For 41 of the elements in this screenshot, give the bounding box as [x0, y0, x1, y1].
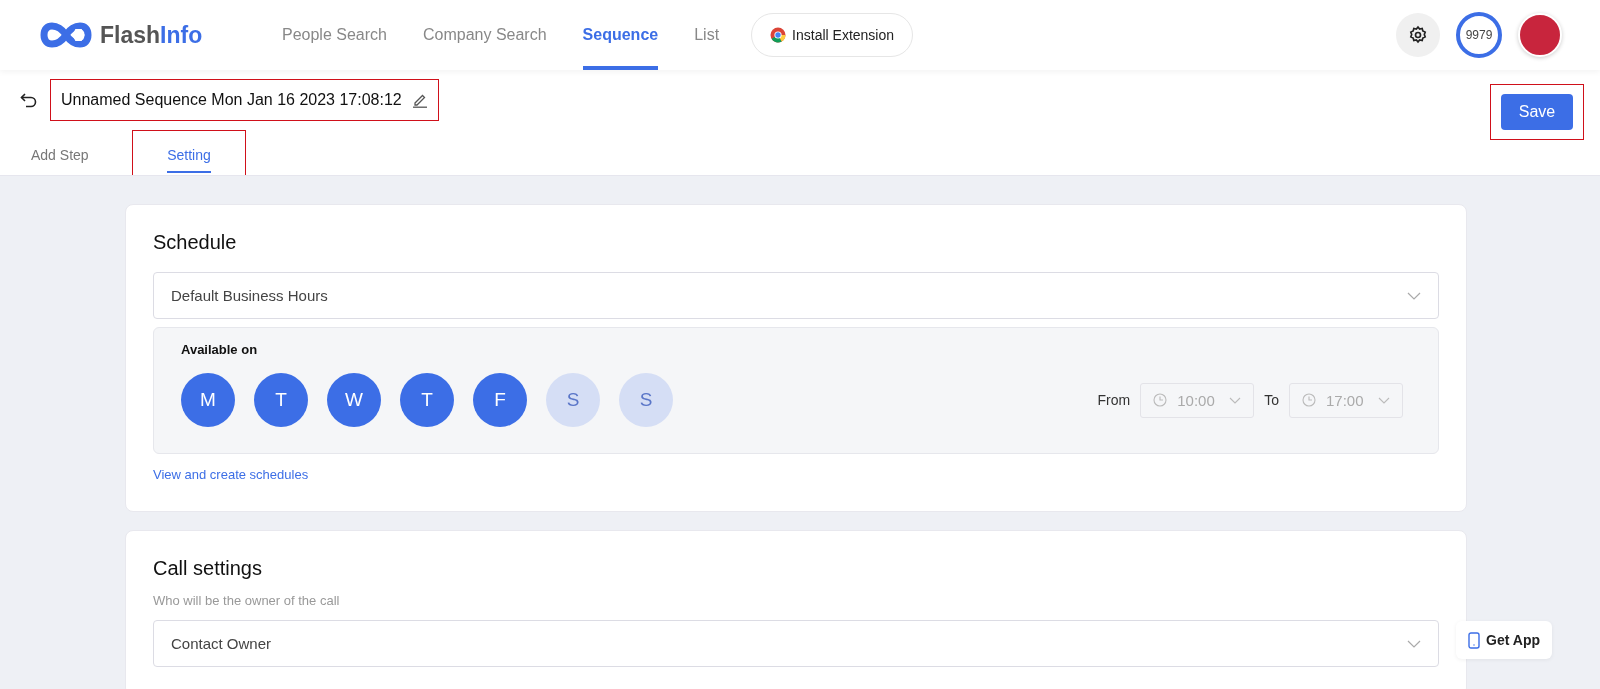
nav-tab[interactable]: List: [694, 0, 720, 70]
to-label: To: [1264, 392, 1279, 408]
clock-icon: [1302, 393, 1316, 407]
schedule-select[interactable]: Default Business Hours: [153, 272, 1439, 319]
day-toggle[interactable]: S: [619, 373, 673, 427]
chevron-down-icon: [1229, 396, 1242, 404]
section-heading: Call settings: [153, 557, 263, 580]
nav-tab[interactable]: Company Search: [422, 0, 547, 70]
day-toggle[interactable]: T: [254, 373, 308, 427]
field-hint: Who will be the owner of the call: [153, 593, 341, 608]
owner-select[interactable]: Contact Owner: [153, 620, 1439, 667]
get-app-button[interactable]: Get App: [1456, 621, 1552, 659]
logo-text: FlashInfo: [100, 21, 203, 49]
settings-button[interactable]: [1396, 13, 1440, 57]
back-icon[interactable]: [20, 92, 38, 108]
day-toggle[interactable]: M: [181, 373, 235, 427]
settings-icon: [1408, 25, 1428, 45]
tab[interactable]: Add Step: [31, 133, 89, 173]
available-label: Available on: [181, 342, 259, 357]
day-toggle[interactable]: T: [400, 373, 454, 427]
chevron-down-icon: [1378, 396, 1390, 404]
avatar[interactable]: [1518, 13, 1562, 57]
from-label: From: [1097, 392, 1131, 408]
tab[interactable]: Setting: [167, 133, 211, 173]
chevron-down-icon: [1407, 291, 1421, 300]
nav-tab[interactable]: People Search: [282, 0, 387, 70]
day-toggle[interactable]: W: [327, 373, 381, 427]
sequence-title: Unnamed Sequence Mon Jan 16 2023 17:08:12: [61, 91, 402, 109]
save-button[interactable]: Save: [1501, 94, 1573, 130]
install-extension-button[interactable]: Install Extension: [751, 13, 914, 57]
browser-icon: [770, 27, 787, 43]
section-heading: Schedule: [153, 231, 238, 254]
clock-icon: [1153, 393, 1168, 407]
schedules-link[interactable]: View and create schedules: [153, 467, 309, 482]
edit-icon[interactable]: [411, 92, 428, 108]
credits-badge[interactable]: 9979: [1456, 12, 1502, 58]
day-toggle[interactable]: F: [473, 373, 527, 427]
chevron-down-icon: [1407, 639, 1421, 648]
day-toggle[interactable]: S: [546, 373, 600, 427]
nav-tab[interactable]: Sequence: [582, 0, 659, 70]
phone-icon: [1468, 631, 1481, 649]
